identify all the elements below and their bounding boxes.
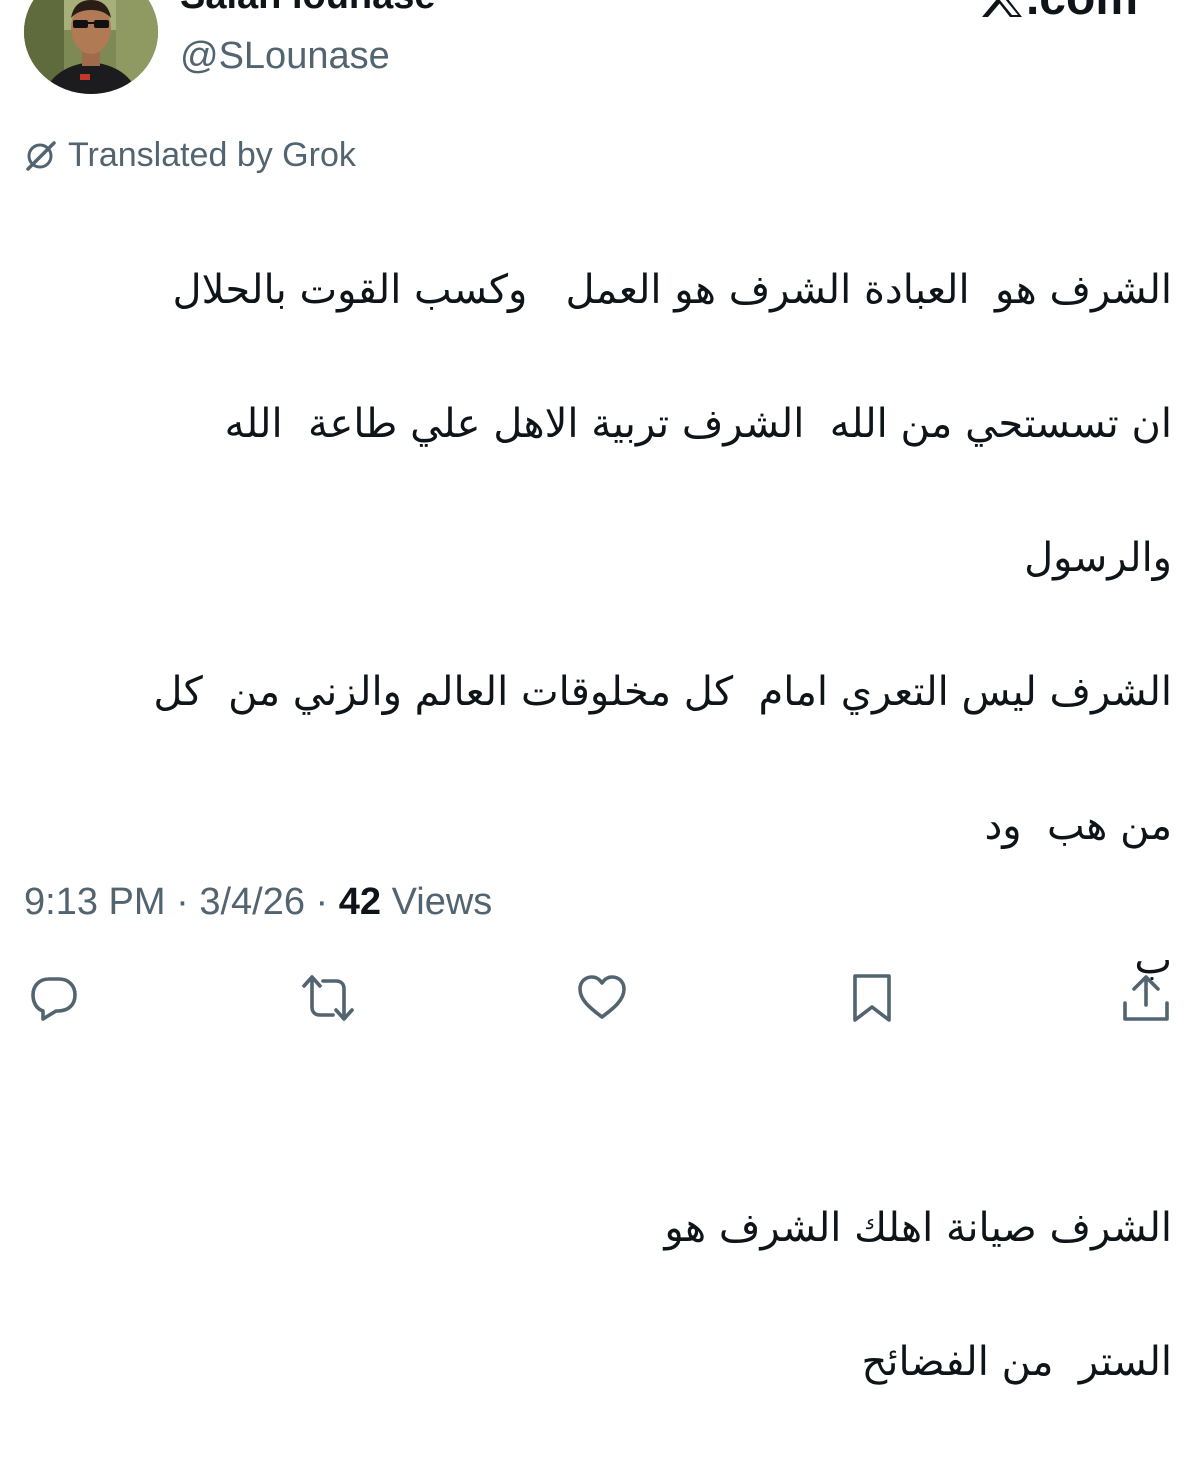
tweet-date[interactable]: 3/4/26 (199, 881, 305, 923)
brand-label: .com (1026, 0, 1138, 24)
repost-button[interactable] (298, 968, 358, 1028)
like-icon (578, 975, 626, 1019)
tweet-line: والرسول (1024, 535, 1172, 581)
bookmark-button[interactable] (842, 968, 902, 1028)
tweet-line: الشرف هو العبادة الشرف هو العمل وكسب الق… (172, 267, 1173, 313)
brand-watermark: .com (980, 0, 1138, 24)
x-logo-icon (980, 0, 1024, 19)
share-icon (1123, 975, 1169, 1021)
views-label[interactable]: Views (392, 881, 493, 923)
translation-notice: Translated by Grok (24, 134, 356, 176)
meta-separator: · (315, 881, 329, 923)
tweet-time[interactable]: 9:13 PM (24, 881, 166, 923)
tweet-line: الشرف صيانة اهلك الشرف هو (664, 1205, 1172, 1251)
like-button[interactable] (572, 968, 632, 1028)
action-bar (0, 968, 1200, 1028)
tweet-line: ان تسستحي من الله الشرف تربية الاهل علي … (224, 401, 1172, 447)
tweet-line: الستر من الفضائح (861, 1339, 1172, 1385)
tweet-text: الشرف هو العبادة الشرف هو العمل وكسب الق… (36, 190, 1172, 1463)
user-handle[interactable]: @SLounase (180, 34, 390, 78)
tweet-header: Salah lounase @SLounase .com (0, 0, 1200, 110)
tweet-line: الشرف ليس التعري امام كل مخلوقات العالم … (153, 669, 1172, 715)
reply-button[interactable] (24, 968, 84, 1028)
tweet-meta: 9:13 PM · 3/4/26 · 42 Views (24, 878, 492, 926)
bookmark-icon (853, 974, 891, 1022)
reply-icon (31, 977, 77, 1021)
share-button[interactable] (1116, 968, 1176, 1028)
views-count[interactable]: 42 (339, 881, 381, 923)
tweet-line (36, 1061, 1172, 1128)
repost-icon (302, 975, 354, 1021)
tweet-line: من هب ود (984, 803, 1172, 849)
meta-separator: · (176, 881, 189, 923)
grok-icon (24, 138, 58, 172)
translation-label: Translated by Grok (68, 136, 356, 174)
avatar[interactable] (24, 0, 158, 94)
display-name[interactable]: Salah lounase (180, 0, 436, 18)
